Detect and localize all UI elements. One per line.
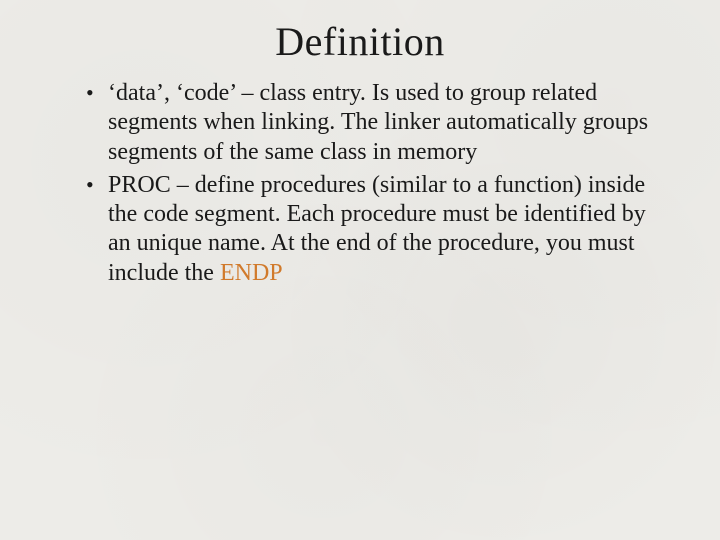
slide: Definition ‘data’, ‘code’ – class entry.…	[0, 0, 720, 540]
list-item: PROC – define procedures (similar to a f…	[86, 171, 650, 288]
bullet-text: ‘data’, ‘code’ – class entry. Is used to…	[108, 80, 648, 165]
bullet-text: PROC – define procedures (similar to a f…	[108, 172, 646, 286]
highlight-text: ENDP	[220, 260, 283, 286]
slide-title: Definition	[60, 18, 660, 65]
list-item: ‘data’, ‘code’ – class entry. Is used to…	[86, 79, 650, 167]
bullet-list: ‘data’, ‘code’ – class entry. Is used to…	[60, 79, 660, 288]
